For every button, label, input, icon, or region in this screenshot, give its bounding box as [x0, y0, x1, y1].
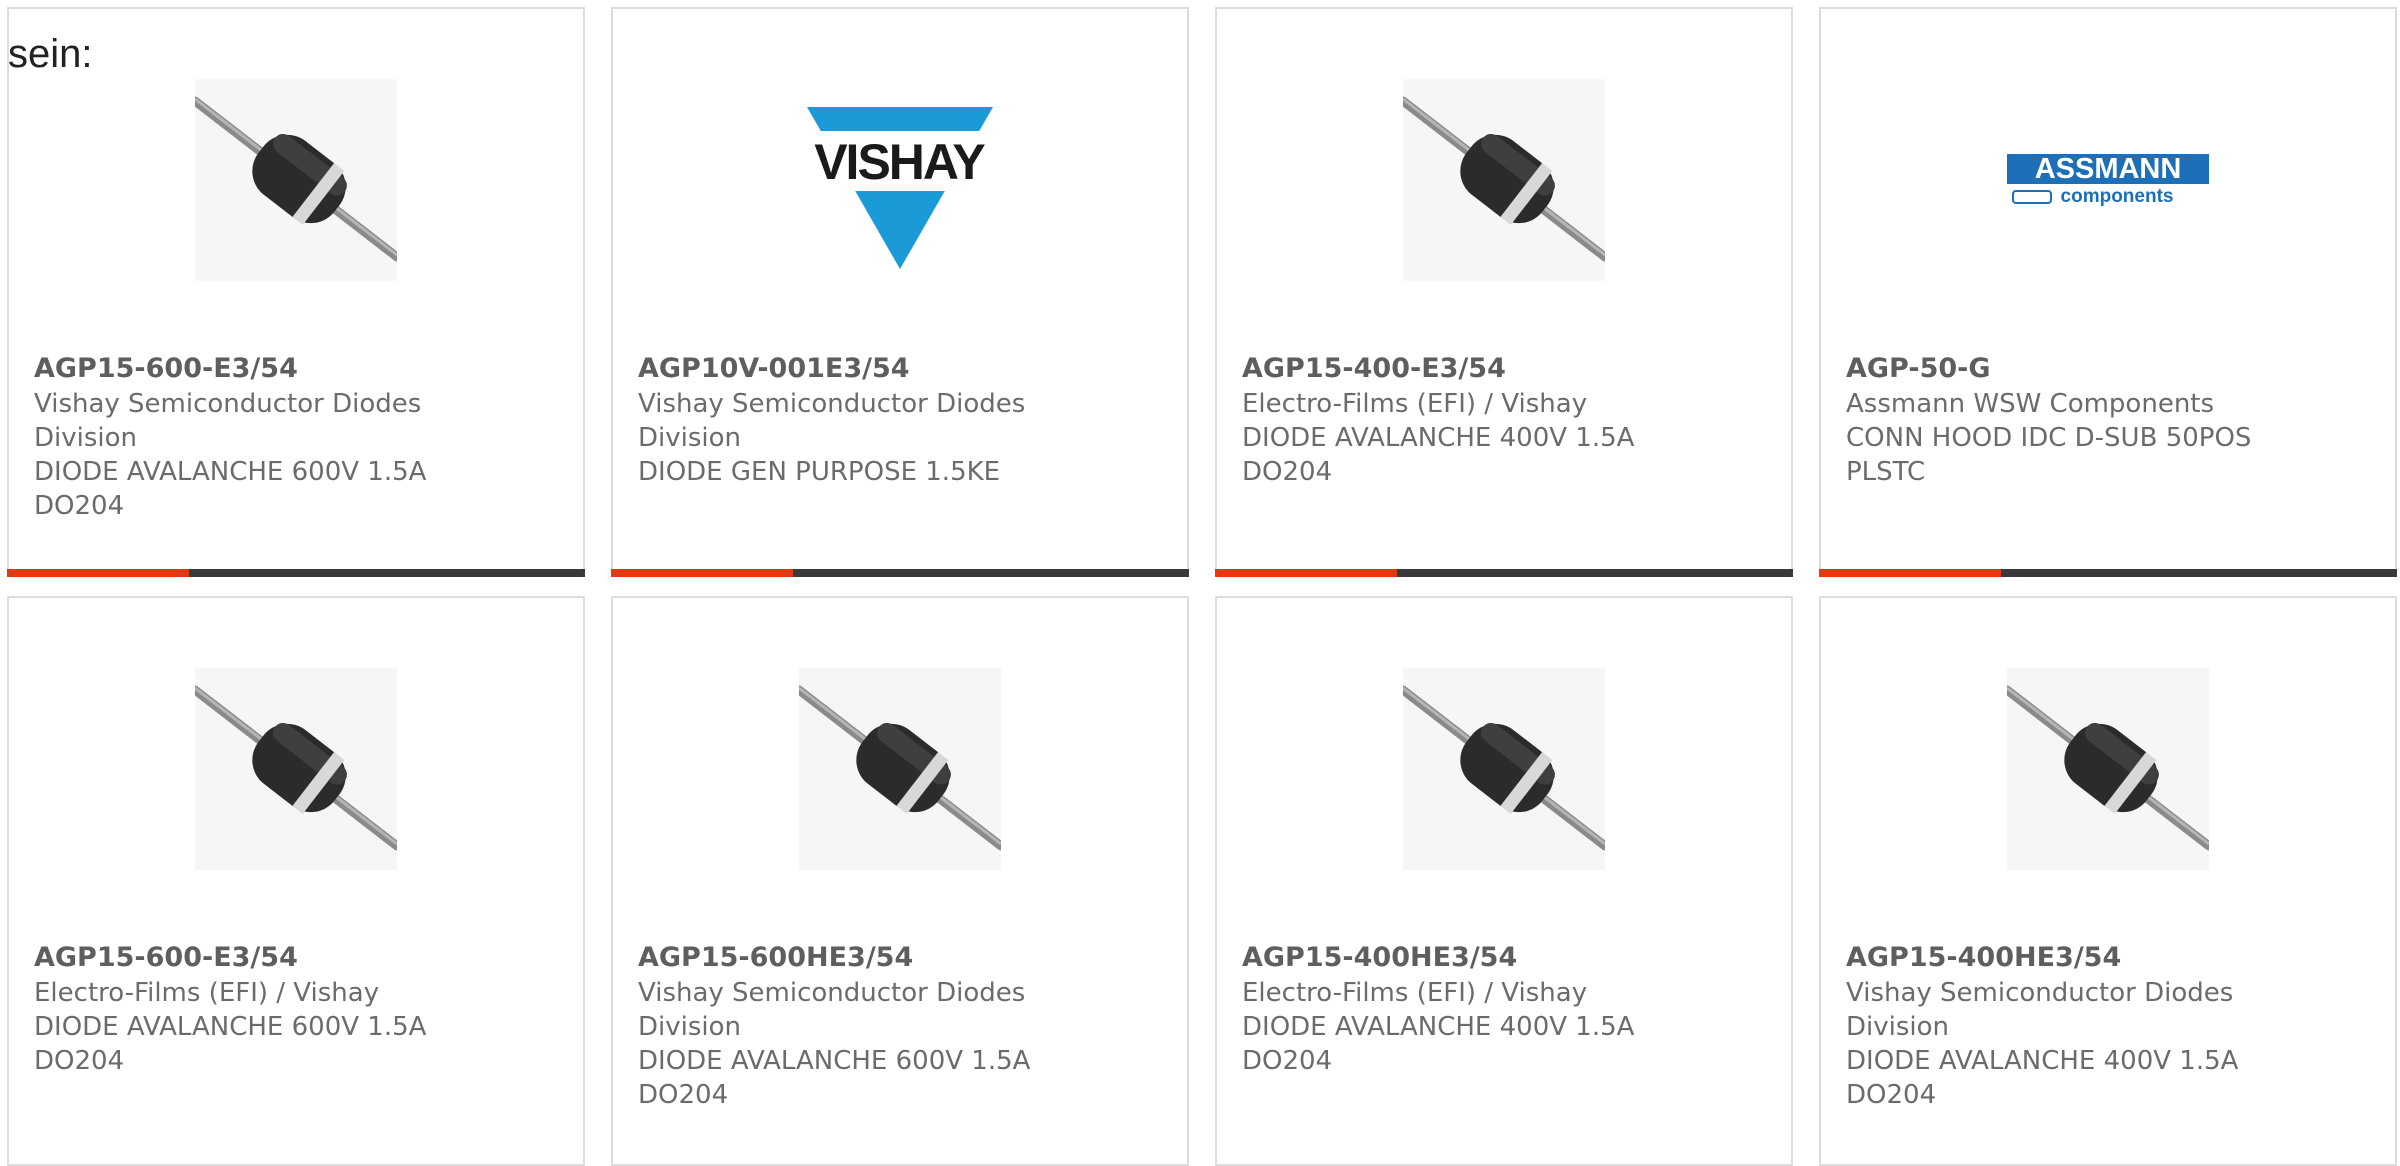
product-image	[2007, 668, 2209, 870]
manufacturer: Vishay Semiconductor Diodes Division	[638, 978, 1026, 1042]
part-number[interactable]: AGP15-600HE3/54	[638, 940, 1167, 976]
product-image: VISHAY	[799, 79, 1001, 281]
card-footer-bar	[7, 569, 585, 577]
manufacturer: Electro-Films (EFI) / Vishay	[1242, 389, 1588, 419]
product-image	[1403, 79, 1605, 281]
manufacturer: Vishay Semiconductor Diodes Division	[34, 389, 422, 453]
part-number[interactable]: AGP10V-001E3/54	[638, 351, 1167, 387]
product-card[interactable]: AGP15-600HE3/54 Vishay Semiconductor Dio…	[611, 596, 1189, 1166]
manufacturer: Vishay Semiconductor Diodes Division	[1846, 978, 2234, 1042]
product-image	[195, 668, 397, 870]
svg-text:ASSMANN: ASSMANN	[2035, 153, 2182, 185]
part-number[interactable]: AGP-50-G	[1846, 351, 2375, 387]
manufacturer: Vishay Semiconductor Diodes Division	[638, 389, 1026, 453]
diode-icon	[195, 668, 397, 870]
accent-bar	[7, 569, 189, 577]
product-card[interactable]: AGP15-400-E3/54 Electro-Films (EFI) / Vi…	[1215, 7, 1793, 577]
description: DIODE GEN PURPOSE 1.5KE	[638, 457, 1001, 487]
manufacturer: Assmann WSW Components	[1846, 389, 2215, 419]
part-number[interactable]: AGP15-600-E3/54	[34, 351, 563, 387]
description: DIODE AVALANCHE 600V 1.5A DO204	[34, 457, 427, 521]
product-card[interactable]: VISHAY AGP10V-001E3/54 Vishay Semiconduc…	[611, 7, 1189, 577]
description: CONN HOOD IDC D-SUB 50POS PLSTC	[1846, 423, 2252, 487]
product-image	[799, 668, 1001, 870]
card-footer-bar	[1215, 569, 1793, 577]
intro-text: sein:	[8, 32, 93, 76]
part-number[interactable]: AGP15-400HE3/54	[1242, 940, 1771, 976]
product-card[interactable]: ASSMANN components AGP-50-G Assmann WSW …	[1819, 7, 2397, 577]
product-image	[195, 79, 397, 281]
vishay-logo: VISHAY	[799, 79, 1001, 281]
product-image: ASSMANN components	[2007, 79, 2209, 281]
product-card[interactable]: AGP15-600-E3/54 Vishay Semiconductor Dio…	[7, 7, 585, 577]
diode-icon	[799, 668, 1001, 870]
product-card[interactable]: AGP15-600-E3/54 Electro-Films (EFI) / Vi…	[7, 596, 585, 1166]
accent-bar	[611, 569, 793, 577]
description: DIODE AVALANCHE 400V 1.5A DO204	[1242, 1012, 1635, 1076]
diode-icon	[1403, 79, 1605, 281]
part-number[interactable]: AGP15-400-E3/54	[1242, 351, 1771, 387]
part-number[interactable]: AGP15-600-E3/54	[34, 940, 563, 976]
product-image	[1403, 668, 1605, 870]
diode-icon	[1403, 668, 1605, 870]
description: DIODE AVALANCHE 600V 1.5A DO204	[638, 1046, 1031, 1110]
description: DIODE AVALANCHE 400V 1.5A DO204	[1242, 423, 1635, 487]
assmann-logo: ASSMANN components	[2007, 79, 2209, 281]
manufacturer: Electro-Films (EFI) / Vishay	[1242, 978, 1588, 1008]
diode-icon	[2007, 668, 2209, 870]
accent-bar	[1215, 569, 1397, 577]
accent-bar	[1819, 569, 2001, 577]
svg-text:components: components	[2061, 186, 2174, 207]
card-footer-bar	[611, 569, 1189, 577]
manufacturer: Electro-Films (EFI) / Vishay	[34, 978, 380, 1008]
product-card[interactable]: AGP15-400HE3/54 Vishay Semiconductor Dio…	[1819, 596, 2397, 1166]
svg-text:VISHAY: VISHAY	[814, 134, 985, 190]
description: DIODE AVALANCHE 600V 1.5A DO204	[34, 1012, 427, 1076]
diode-icon	[195, 79, 397, 281]
description: DIODE AVALANCHE 400V 1.5A DO204	[1846, 1046, 2239, 1110]
product-card[interactable]: AGP15-400HE3/54 Electro-Films (EFI) / Vi…	[1215, 596, 1793, 1166]
part-number[interactable]: AGP15-400HE3/54	[1846, 940, 2375, 976]
card-footer-bar	[1819, 569, 2397, 577]
